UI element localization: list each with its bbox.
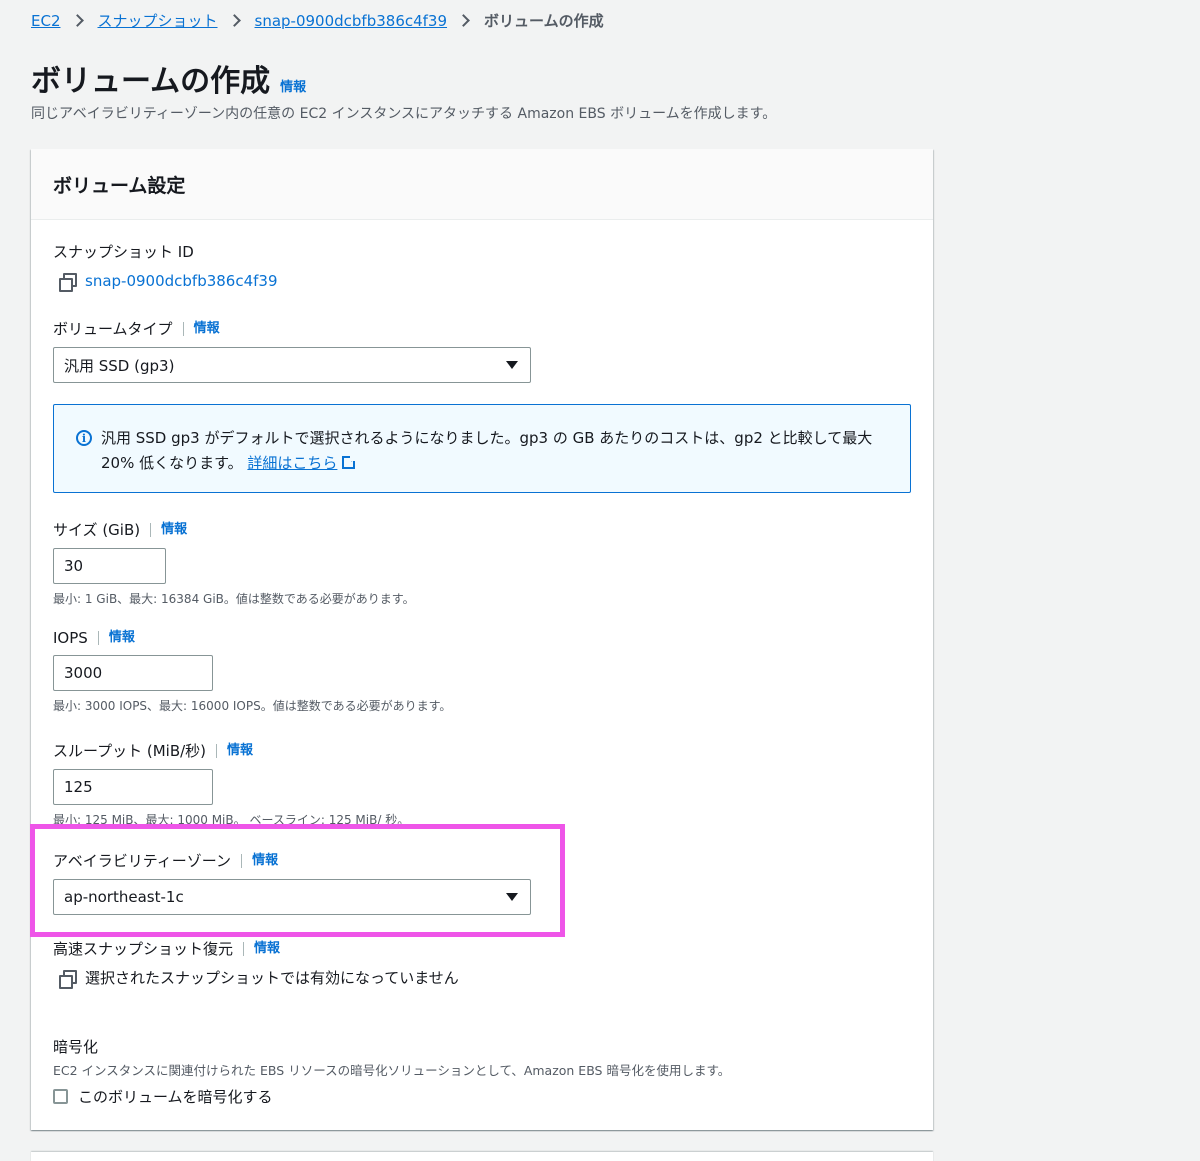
size-label: サイズ (GiB) — [53, 521, 141, 539]
size-input[interactable]: 30 — [53, 548, 166, 584]
chevron-right-icon — [70, 14, 84, 27]
volume-settings-panel: ボリューム設定 スナップショット ID snap-0900dcbfb386c4f… — [31, 149, 933, 1130]
volume-type-info-link[interactable]: 情報 — [182, 321, 220, 336]
iops-label: IOPS — [53, 629, 88, 647]
encryption-description: EC2 インスタンスに関連付けられた EBS リソースの暗号化ソリューションとし… — [53, 1063, 731, 1078]
next-panel — [31, 1152, 933, 1161]
iops-info-link[interactable]: 情報 — [97, 631, 135, 645]
encrypt-checkbox-row[interactable]: このボリュームを暗号化する — [53, 1086, 730, 1107]
volume-type-value: 汎用 SSD (gp3) — [64, 356, 175, 375]
external-link-icon[interactable] — [342, 454, 358, 469]
info-icon: i — [76, 430, 92, 446]
page-header: ボリュームの作成 情報 — [31, 56, 306, 100]
snapshot-id-link[interactable]: snap-0900dcbfb386c4f39 — [85, 272, 278, 290]
size-info-link[interactable]: 情報 — [150, 522, 187, 537]
page-info-link[interactable]: 情報 — [280, 76, 306, 95]
throughput-label: スループット (MiB/秒) — [53, 742, 207, 760]
copy-icon[interactable] — [59, 273, 77, 292]
panel-header: ボリューム設定 — [31, 149, 933, 220]
availability-zone-select[interactable]: ap-northeast-1c — [53, 879, 531, 915]
throughput-hint: 最小: 125 MiB、最大: 1000 MiB。 ベースライン: 125 Mi… — [53, 813, 410, 827]
breadcrumb: EC2 スナップショット snap-0900dcbfb386c4f39 ボリュー… — [31, 10, 604, 31]
copy-icon[interactable] — [59, 969, 77, 989]
iops-input[interactable]: 3000 — [53, 655, 213, 691]
fast-snapshot-restore-label: 高速スナップショット復元 — [53, 940, 234, 958]
throughput-field: スループット (MiB/秒) 情報 125 最小: 125 MiB、最大: 10… — [53, 740, 409, 828]
volume-type-select[interactable]: 汎用 SSD (gp3) — [53, 347, 531, 383]
breadcrumb-snapshot-id[interactable]: snap-0900dcbfb386c4f39 — [255, 12, 448, 30]
panel-title: ボリューム設定 — [53, 175, 186, 197]
page-title: ボリュームの作成 — [31, 64, 271, 99]
chevron-right-icon — [227, 14, 241, 27]
encryption-field: 暗号化 EC2 インスタンスに関連付けられた EBS リソースの暗号化ソリューシ… — [53, 1036, 730, 1107]
encrypt-checkbox[interactable] — [53, 1089, 68, 1104]
size-field: サイズ (GiB) 情報 30 最小: 1 GiB、最大: 16384 GiB。… — [53, 519, 415, 607]
encryption-label: 暗号化 — [53, 1038, 99, 1056]
throughput-info-link[interactable]: 情報 — [216, 743, 253, 758]
breadcrumb-snapshots[interactable]: スナップショット — [98, 10, 218, 31]
fast-snapshot-restore-field: 高速スナップショット復元 情報 選択されたスナップショットでは有効になっていませ… — [53, 938, 459, 989]
availability-zone-label: アベイラビリティーゾーン — [53, 852, 232, 870]
snapshot-id-field: スナップショット ID snap-0900dcbfb386c4f39 — [53, 241, 278, 292]
volume-type-field: ボリュームタイプ 情報 汎用 SSD (gp3) — [53, 318, 531, 383]
breadcrumb-ec2[interactable]: EC2 — [31, 12, 61, 30]
availability-zone-field: アベイラビリティーゾーン 情報 ap-northeast-1c — [53, 850, 531, 915]
availability-zone-info-link[interactable]: 情報 — [241, 853, 278, 868]
fast-snapshot-restore-info-link[interactable]: 情報 — [243, 941, 280, 956]
chevron-right-icon — [457, 14, 470, 27]
fast-snapshot-restore-value: 選択されたスナップショットでは有効になっていません — [85, 969, 459, 987]
alert-content: 汎用 SSD gp3 がデフォルトで選択されるようになりました。gp3 の GB… — [101, 426, 888, 492]
iops-field: IOPS 情報 3000 最小: 3000 IOPS、最大: 16000 IOP… — [53, 629, 451, 714]
gp3-info-alert: i 汎用 SSD gp3 がデフォルトで選択されるようになりました。gp3 の … — [53, 404, 911, 493]
caret-down-icon — [506, 893, 518, 901]
throughput-input[interactable]: 125 — [53, 769, 213, 805]
learn-more-link[interactable]: 詳細はこちら — [247, 454, 337, 472]
caret-down-icon — [506, 361, 518, 369]
size-hint: 最小: 1 GiB、最大: 16384 GiB。値は整数である必要があります。 — [53, 592, 415, 606]
page-description: 同じアベイラビリティーゾーン内の任意の EC2 インスタンスにアタッチする Am… — [31, 106, 777, 122]
breadcrumb-current: ボリュームの作成 — [484, 12, 604, 30]
snapshot-id-label: スナップショット ID — [53, 243, 194, 261]
availability-zone-value: ap-northeast-1c — [64, 888, 184, 906]
iops-hint: 最小: 3000 IOPS、最大: 16000 IOPS。値は整数である必要があ… — [53, 699, 452, 713]
alert-text: 汎用 SSD gp3 がデフォルトで選択されるようになりました。gp3 の GB… — [101, 429, 873, 472]
volume-type-label: ボリュームタイプ — [53, 320, 173, 338]
encrypt-checkbox-label[interactable]: このボリュームを暗号化する — [78, 1086, 273, 1107]
